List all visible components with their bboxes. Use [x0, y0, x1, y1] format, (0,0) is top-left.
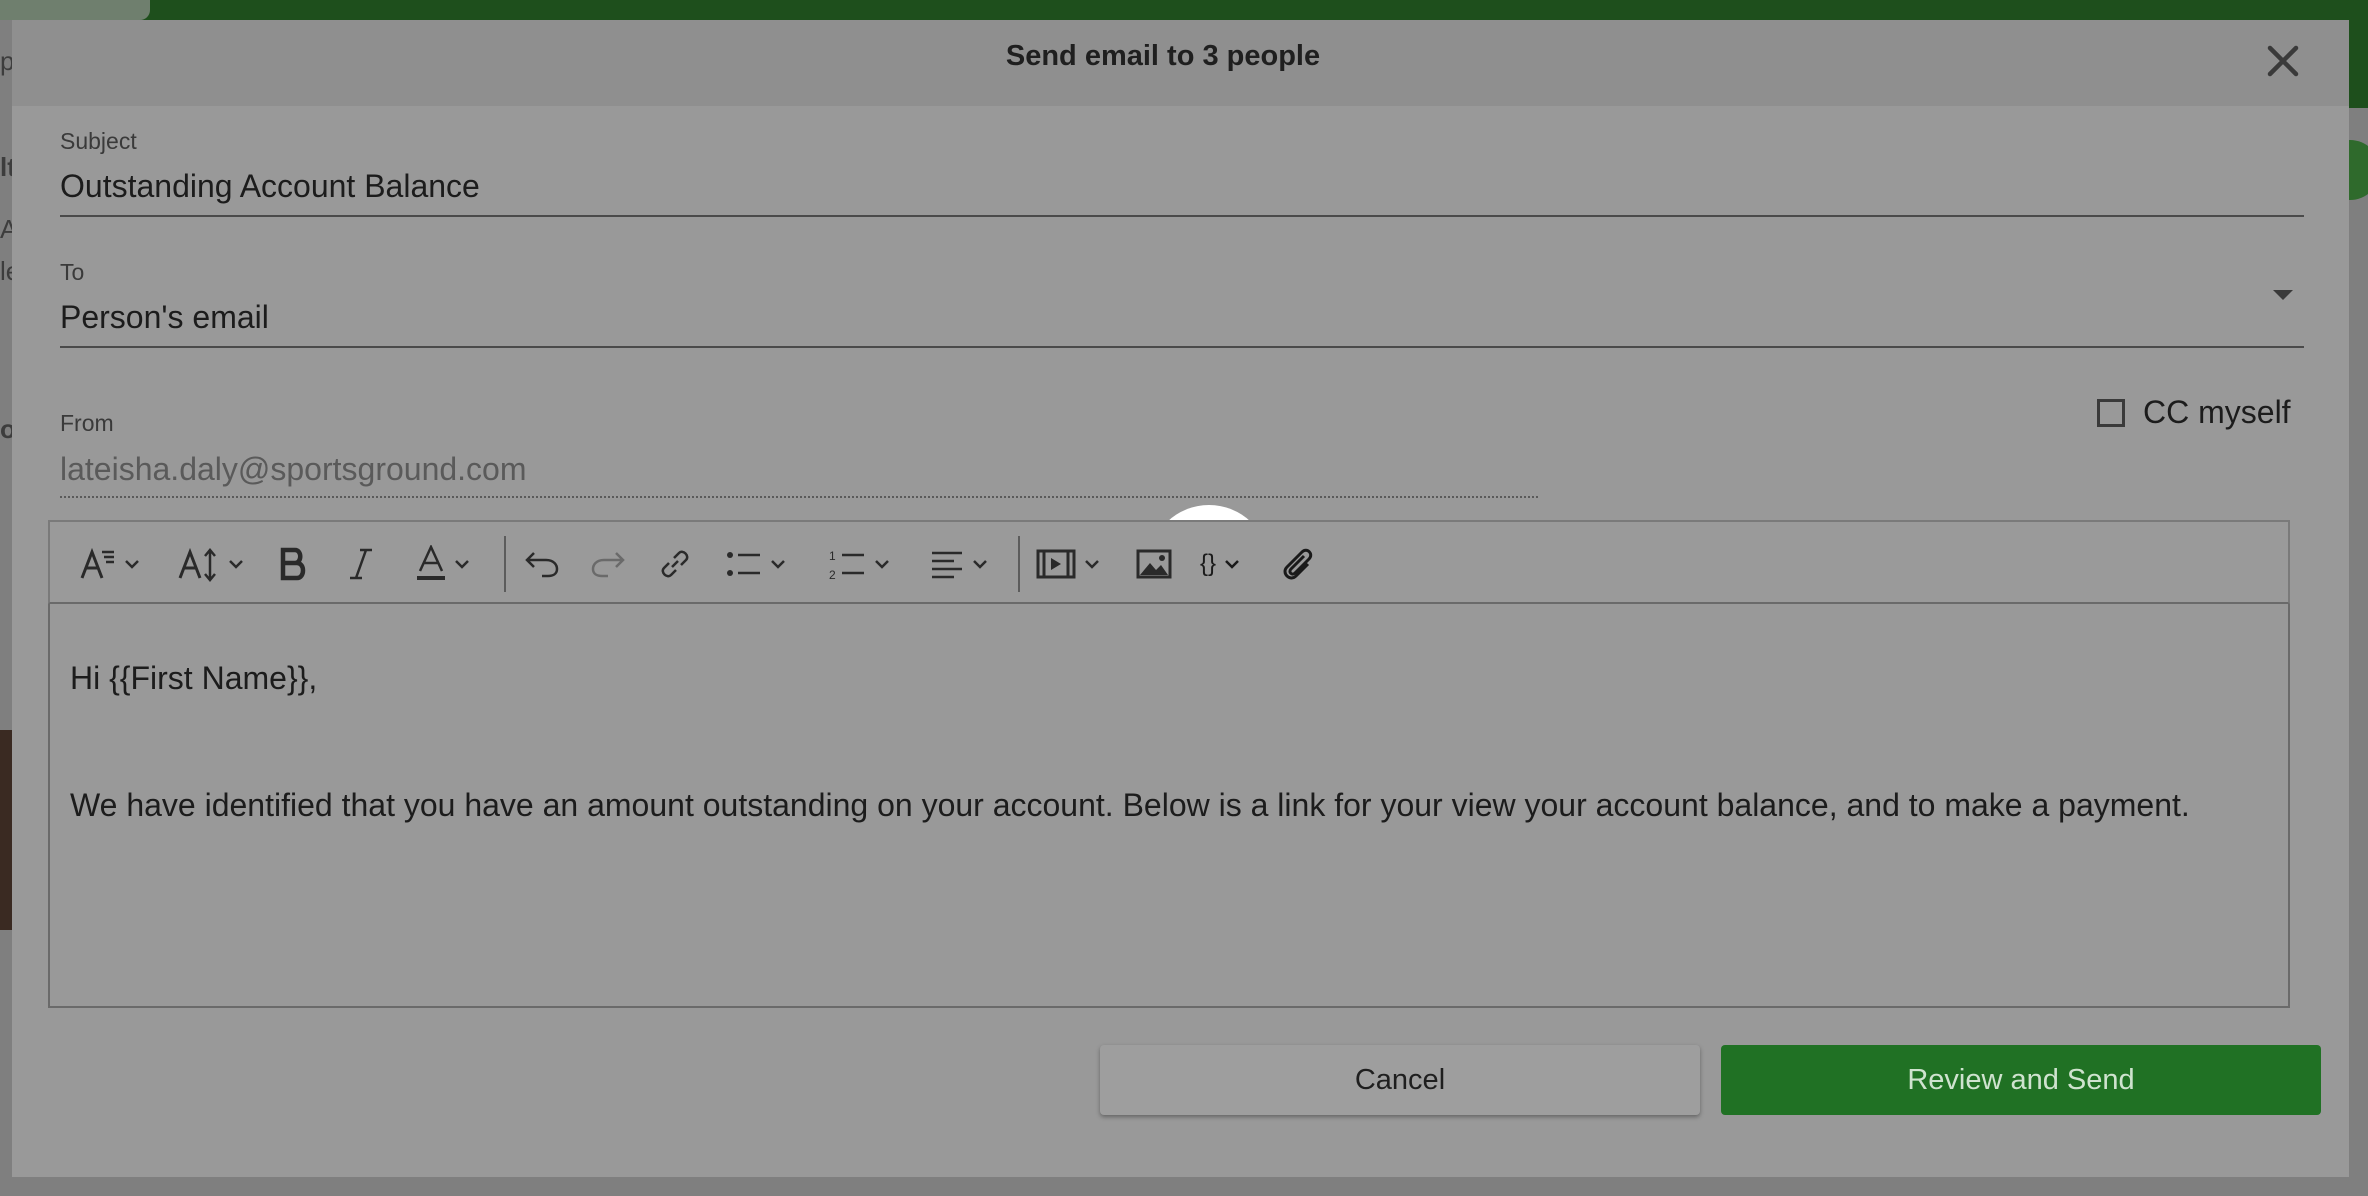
undo-icon[interactable] — [524, 522, 560, 606]
from-label: From — [60, 410, 114, 436]
svg-text:1: 1 — [829, 549, 836, 563]
to-underline — [60, 346, 2304, 348]
svg-text:2: 2 — [829, 568, 836, 581]
merge-field-icon[interactable]: {} — [1200, 522, 1240, 606]
align-icon[interactable] — [930, 522, 988, 606]
bulleted-list-icon[interactable] — [726, 522, 786, 606]
text-color-icon[interactable] — [416, 522, 470, 606]
font-size-icon[interactable] — [178, 522, 244, 606]
video-icon[interactable] — [1036, 522, 1100, 606]
subject-label: Subject — [60, 128, 137, 154]
checkbox-icon[interactable] — [2097, 398, 2125, 427]
close-icon[interactable] — [2260, 38, 2306, 84]
cc-myself-label: CC myself — [2143, 394, 2291, 430]
cc-myself-checkbox[interactable]: CC myself — [2097, 394, 2291, 431]
numbered-list-icon[interactable]: 12 — [828, 522, 890, 606]
editor-toolbar: 12 {} — [48, 520, 2290, 604]
to-select[interactable]: Person's email — [60, 299, 269, 336]
subject-underline — [60, 215, 2304, 217]
link-icon[interactable] — [658, 522, 692, 606]
caret-down-icon[interactable] — [2273, 290, 2293, 300]
merge-field-glyph: {} — [1200, 550, 1217, 577]
italic-icon[interactable] — [348, 522, 374, 606]
redo-icon[interactable] — [590, 522, 626, 606]
to-label: To — [60, 259, 85, 285]
toolbar-separator — [1018, 536, 1020, 592]
editor-body-text: We have identified that you have an amou… — [70, 787, 2190, 823]
subject-input[interactable]: Outstanding Account Balance — [60, 168, 480, 205]
review-and-send-button[interactable]: Review and Send — [1721, 1045, 2321, 1115]
bold-icon[interactable] — [278, 522, 308, 606]
background-tab — [0, 0, 150, 20]
editor-greeting: Hi {{First Name}}, — [70, 660, 318, 696]
dialog-title: Send email to 3 people — [1005, 40, 1321, 72]
background-top-bar — [0, 0, 2368, 20]
attachment-icon[interactable] — [1280, 522, 1314, 606]
from-field: lateisha.daly@sportsground.com — [60, 451, 527, 487]
font-style-icon[interactable] — [80, 522, 140, 606]
toolbar-separator — [504, 536, 506, 592]
image-icon[interactable] — [1136, 522, 1172, 606]
from-underline — [60, 496, 1538, 498]
cancel-button[interactable]: Cancel — [1100, 1045, 1700, 1115]
email-body-editor[interactable]: Hi {{First Name}}, We have identified th… — [48, 604, 2290, 1008]
dialog-header: Send email to 3 people — [12, 20, 2349, 106]
background-right-strip — [2348, 20, 2368, 108]
background-photo — [0, 730, 12, 930]
